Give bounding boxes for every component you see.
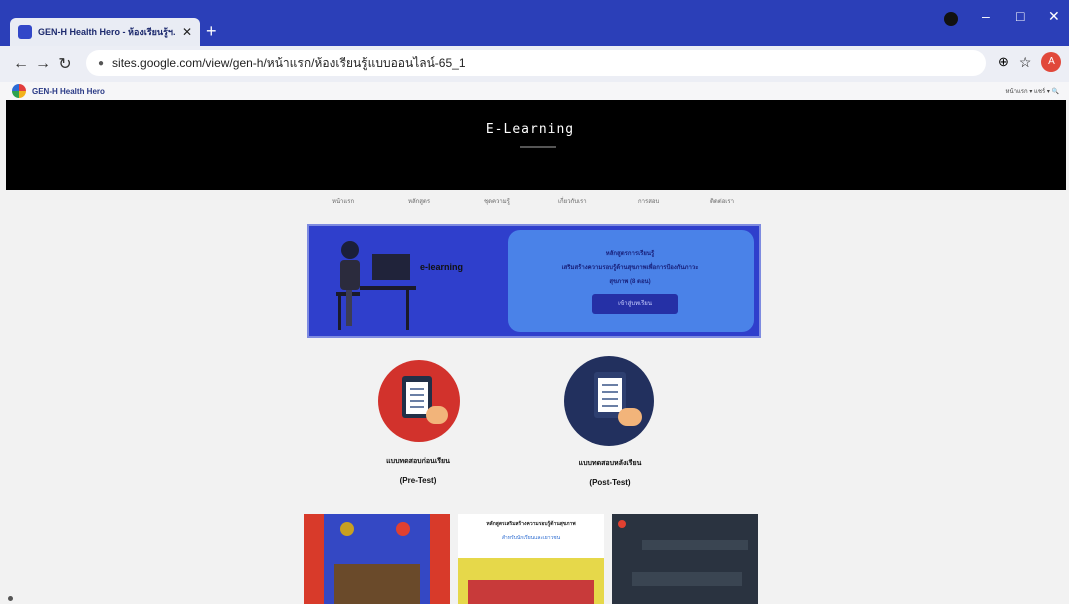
title-underline <box>520 146 556 148</box>
nav-item-course[interactable]: หลักสูตร <box>408 196 430 206</box>
tab-title: GEN-H Health Hero - ห้องเรียนรู้ฯ... <box>38 27 176 37</box>
zoom-icon[interactable]: ⊕ <box>998 54 1009 70</box>
url-text: sites.google.com/view/gen-h/หน้าแรก/ห้อง… <box>112 55 466 70</box>
learner-illustration-icon <box>336 241 416 330</box>
address-bar[interactable]: ● sites.google.com/view/gen-h/หน้าแรก/ห้… <box>86 50 986 76</box>
browser-tab[interactable]: GEN-H Health Hero - ห้องเรียนรู้ฯ... ✕ <box>10 18 200 46</box>
tab-close-icon[interactable]: ✕ <box>182 25 192 39</box>
pre-test-label[interactable]: แบบทดสอบก่อนเรียน <box>352 456 484 467</box>
enter-lesson-button[interactable]: เข้าสู่บทเรียน <box>592 294 678 314</box>
thumb-middle-title: หลักสูตรเสริมสร้างความรอบรู้ด้านสุขภาพ <box>486 521 576 527</box>
avatar[interactable]: A <box>1041 52 1062 72</box>
page-nav: หน้าแรก หลักสูตร ชุดความรู้ เกี่ยวกับเรา… <box>0 196 1069 208</box>
scroll-indicator <box>8 596 13 601</box>
pre-test-icon[interactable] <box>378 360 460 442</box>
site-logo-icon[interactable] <box>12 84 26 98</box>
toolbar-actions: ⊕ ☆ A ⋮ <box>998 52 1069 72</box>
thumbnail-card-2[interactable]: หลักสูตรเสริมสร้างความรอบรู้ด้านสุขภาพ ส… <box>458 514 604 604</box>
site-favicon-icon <box>18 25 32 39</box>
post-test-label[interactable]: แบบทดสอบหลังเรียน <box>544 458 676 469</box>
hero-banner <box>6 100 1066 190</box>
thumbnail-card-3[interactable] <box>612 514 758 604</box>
back-button[interactable]: ← <box>10 55 32 73</box>
page-title: E-Learning <box>485 122 575 137</box>
post-test-sub[interactable]: (Post-Test) <box>544 478 676 487</box>
site-header: GEN-H Health Hero หน้าแรก ▾ แชร์ ▾ 🔍 <box>0 82 1069 100</box>
nav-item-knowledge[interactable]: ชุดความรู้ <box>484 196 510 206</box>
lock-icon: ● <box>98 57 105 69</box>
forward-button[interactable]: → <box>32 55 54 73</box>
site-header-links[interactable]: หน้าแรก ▾ แชร์ ▾ 🔍 <box>1006 86 1059 96</box>
nav-item-home[interactable]: หน้าแรก <box>332 196 354 206</box>
banner-line1: หลักสูตรการเรียนรู้ <box>605 251 655 257</box>
nav-item-contact[interactable]: ติดต่อเรา <box>710 196 734 206</box>
banner-line2: เสริมสร้างความรอบรู้ด้านสุขภาพเพื่อการป้… <box>561 265 699 271</box>
close-window-button[interactable]: ✕ <box>1048 8 1060 25</box>
nav-item-about[interactable]: เกี่ยวกับเรา <box>558 196 587 206</box>
star-icon[interactable]: ☆ <box>1019 54 1032 71</box>
pre-test-sub[interactable]: (Pre-Test) <box>352 476 484 485</box>
site-name[interactable]: GEN-H Health Hero <box>32 87 105 96</box>
thumbnail-card-1[interactable] <box>304 514 450 604</box>
banner-line3: สุขภาพ (8 ตอน) <box>609 279 651 285</box>
minimize-button[interactable]: – <box>982 8 990 24</box>
thumb-middle-sub: สำหรับนักเรียนและเยาวชน <box>501 535 561 541</box>
nav-item-exam[interactable]: การสอบ <box>638 196 659 206</box>
banner-label: e-learning <box>420 262 464 272</box>
new-tab-button[interactable]: + <box>206 22 217 40</box>
maximize-button[interactable]: □ <box>1016 8 1024 24</box>
reload-button[interactable]: ↻ <box>54 54 76 74</box>
profile-dot-icon <box>944 12 958 26</box>
post-test-icon[interactable] <box>564 356 654 446</box>
